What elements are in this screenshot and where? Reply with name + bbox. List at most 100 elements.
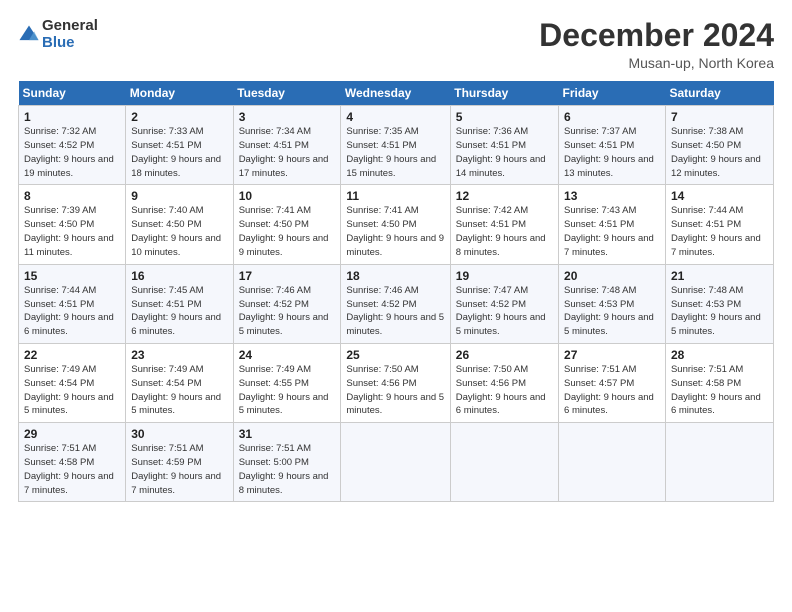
day-number: 16 — [131, 269, 227, 283]
header-sunday: Sunday — [19, 81, 126, 106]
table-row: 23Sunrise: 7:49 AMSunset: 4:54 PMDayligh… — [126, 343, 233, 422]
day-info: Sunrise: 7:32 AMSunset: 4:52 PMDaylight:… — [24, 126, 114, 178]
header-thursday: Thursday — [450, 81, 558, 106]
table-row: 21 Sunrise: 7:48 AMSunset: 4:53 PMDayligh… — [665, 264, 773, 343]
day-number: 2 — [131, 110, 227, 124]
day-number: 18 — [346, 269, 444, 283]
day-number: 21 — [671, 269, 768, 283]
day-number: 29 — [24, 427, 120, 441]
table-row: 15 Sunrise: 7:44 AMSunset: 4:51 PMDayligh… — [19, 264, 126, 343]
day-info: Sunrise: 7:44 AMSunset: 4:51 PMDaylight:… — [671, 205, 761, 257]
title-area: December 2024 Musan-up, North Korea — [539, 18, 774, 71]
table-row: 3 Sunrise: 7:34 AMSunset: 4:51 PMDaylight… — [233, 106, 341, 185]
calendar-page: General Blue December 2024 Musan-up, Nor… — [0, 0, 792, 612]
table-row: 2 Sunrise: 7:33 AMSunset: 4:51 PMDaylight… — [126, 106, 233, 185]
table-row: 29 Sunrise: 7:51 AMSunset: 4:58 PMDayligh… — [19, 423, 126, 502]
table-row: 18Sunrise: 7:46 AMSunset: 4:52 PMDayligh… — [341, 264, 450, 343]
table-row: 13Sunrise: 7:43 AMSunset: 4:51 PMDayligh… — [559, 185, 666, 264]
day-info: Sunrise: 7:43 AMSunset: 4:51 PMDaylight:… — [564, 205, 654, 257]
week-row-5: 29 Sunrise: 7:51 AMSunset: 4:58 PMDayligh… — [19, 423, 774, 502]
day-info: Sunrise: 7:33 AMSunset: 4:51 PMDaylight:… — [131, 126, 221, 178]
table-row: 20Sunrise: 7:48 AMSunset: 4:53 PMDayligh… — [559, 264, 666, 343]
table-row: 5Sunrise: 7:36 AMSunset: 4:51 PMDaylight… — [450, 106, 558, 185]
day-info: Sunrise: 7:50 AMSunset: 4:56 PMDaylight:… — [346, 364, 444, 416]
table-row: 1 Sunrise: 7:32 AMSunset: 4:52 PMDaylight… — [19, 106, 126, 185]
day-info: Sunrise: 7:48 AMSunset: 4:53 PMDaylight:… — [564, 285, 654, 337]
header-tuesday: Tuesday — [233, 81, 341, 106]
header-friday: Friday — [559, 81, 666, 106]
day-number: 3 — [239, 110, 336, 124]
table-row — [341, 423, 450, 502]
location-subtitle: Musan-up, North Korea — [539, 55, 774, 71]
day-info: Sunrise: 7:48 AMSunset: 4:53 PMDaylight:… — [671, 285, 761, 337]
day-number: 27 — [564, 348, 660, 362]
table-row: 19 Sunrise: 7:47 AMSunset: 4:52 PMDayligh… — [450, 264, 558, 343]
day-info: Sunrise: 7:47 AMSunset: 4:52 PMDaylight:… — [456, 285, 546, 337]
week-row-1: 1 Sunrise: 7:32 AMSunset: 4:52 PMDaylight… — [19, 106, 774, 185]
table-row: 27 Sunrise: 7:51 AMSunset: 4:57 PMDayligh… — [559, 343, 666, 422]
table-row: 31 Sunrise: 7:51 AMSunset: 5:00 PMDayligh… — [233, 423, 341, 502]
table-row: 16Sunrise: 7:45 AMSunset: 4:51 PMDayligh… — [126, 264, 233, 343]
day-number: 24 — [239, 348, 336, 362]
table-row: 22Sunrise: 7:49 AMSunset: 4:54 PMDayligh… — [19, 343, 126, 422]
header-monday: Monday — [126, 81, 233, 106]
day-info: Sunrise: 7:41 AMSunset: 4:50 PMDaylight:… — [239, 205, 329, 257]
day-info: Sunrise: 7:49 AMSunset: 4:54 PMDaylight:… — [131, 364, 221, 416]
day-number: 26 — [456, 348, 553, 362]
week-row-3: 15 Sunrise: 7:44 AMSunset: 4:51 PMDayligh… — [19, 264, 774, 343]
day-number: 17 — [239, 269, 336, 283]
day-info: Sunrise: 7:38 AMSunset: 4:50 PMDaylight:… — [671, 126, 761, 178]
day-info: Sunrise: 7:51 AMSunset: 4:59 PMDaylight:… — [131, 443, 221, 495]
day-number: 22 — [24, 348, 120, 362]
day-info: Sunrise: 7:46 AMSunset: 4:52 PMDaylight:… — [239, 285, 329, 337]
table-row: 17 Sunrise: 7:46 AMSunset: 4:52 PMDayligh… — [233, 264, 341, 343]
day-info: Sunrise: 7:49 AMSunset: 4:55 PMDaylight:… — [239, 364, 329, 416]
day-info: Sunrise: 7:41 AMSunset: 4:50 PMDaylight:… — [346, 205, 444, 257]
header-wednesday: Wednesday — [341, 81, 450, 106]
table-row: 9Sunrise: 7:40 AMSunset: 4:50 PMDaylight… — [126, 185, 233, 264]
header: General Blue December 2024 Musan-up, Nor… — [18, 18, 774, 71]
day-number: 6 — [564, 110, 660, 124]
table-row: 11 Sunrise: 7:41 AMSunset: 4:50 PMDayligh… — [341, 185, 450, 264]
table-row — [559, 423, 666, 502]
day-number: 1 — [24, 110, 120, 124]
day-number: 10 — [239, 189, 336, 203]
day-info: Sunrise: 7:51 AMSunset: 4:57 PMDaylight:… — [564, 364, 654, 416]
table-row: 7Sunrise: 7:38 AMSunset: 4:50 PMDaylight… — [665, 106, 773, 185]
logo-general: General — [42, 18, 98, 35]
day-number: 11 — [346, 189, 444, 203]
day-info: Sunrise: 7:44 AMSunset: 4:51 PMDaylight:… — [24, 285, 114, 337]
weekday-header-row: Sunday Monday Tuesday Wednesday Thursday… — [19, 81, 774, 106]
week-row-2: 8 Sunrise: 7:39 AMSunset: 4:50 PMDaylight… — [19, 185, 774, 264]
day-info: Sunrise: 7:51 AMSunset: 4:58 PMDaylight:… — [24, 443, 114, 495]
day-info: Sunrise: 7:39 AMSunset: 4:50 PMDaylight:… — [24, 205, 114, 257]
day-info: Sunrise: 7:50 AMSunset: 4:56 PMDaylight:… — [456, 364, 546, 416]
header-saturday: Saturday — [665, 81, 773, 106]
table-row: 30Sunrise: 7:51 AMSunset: 4:59 PMDayligh… — [126, 423, 233, 502]
table-row: 10 Sunrise: 7:41 AMSunset: 4:50 PMDayligh… — [233, 185, 341, 264]
logo-icon — [18, 24, 40, 46]
day-number: 19 — [456, 269, 553, 283]
day-number: 15 — [24, 269, 120, 283]
day-number: 4 — [346, 110, 444, 124]
day-info: Sunrise: 7:42 AMSunset: 4:51 PMDaylight:… — [456, 205, 546, 257]
day-info: Sunrise: 7:34 AMSunset: 4:51 PMDaylight:… — [239, 126, 329, 178]
table-row: 24 Sunrise: 7:49 AMSunset: 4:55 PMDayligh… — [233, 343, 341, 422]
day-number: 8 — [24, 189, 120, 203]
table-row — [450, 423, 558, 502]
day-number: 28 — [671, 348, 768, 362]
table-row: 8 Sunrise: 7:39 AMSunset: 4:50 PMDaylight… — [19, 185, 126, 264]
month-title: December 2024 — [539, 18, 774, 53]
table-row: 25Sunrise: 7:50 AMSunset: 4:56 PMDayligh… — [341, 343, 450, 422]
calendar-table: Sunday Monday Tuesday Wednesday Thursday… — [18, 81, 774, 502]
day-number: 5 — [456, 110, 553, 124]
day-number: 14 — [671, 189, 768, 203]
day-info: Sunrise: 7:37 AMSunset: 4:51 PMDaylight:… — [564, 126, 654, 178]
week-row-4: 22 Sunrise: 7:49 AMSunset: 4:54 PMDayligh… — [19, 343, 774, 422]
logo-text: General Blue — [42, 18, 98, 51]
table-row: 6 Sunrise: 7:37 AMSunset: 4:51 PMDaylight… — [559, 106, 666, 185]
day-info: Sunrise: 7:51 AMSunset: 5:00 PMDaylight:… — [239, 443, 329, 495]
day-info: Sunrise: 7:51 AMSunset: 4:58 PMDaylight:… — [671, 364, 761, 416]
day-number: 31 — [239, 427, 336, 441]
logo-blue: Blue — [42, 35, 98, 52]
